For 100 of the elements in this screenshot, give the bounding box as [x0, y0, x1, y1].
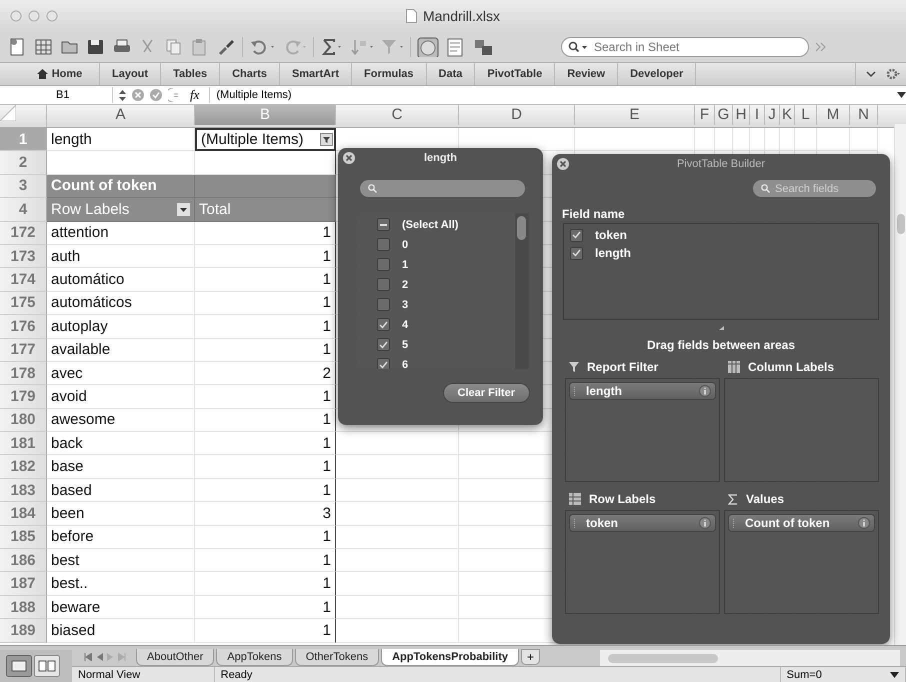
- ribbon-tab[interactable]: SmartArt: [280, 63, 352, 85]
- add-sheet-button[interactable]: +: [521, 649, 540, 665]
- table-cell: beware: [47, 596, 195, 620]
- column-header[interactable]: C: [336, 105, 459, 124]
- table-cell: 1: [195, 596, 336, 620]
- function-label[interactable]: fx: [186, 87, 204, 103]
- column-header[interactable]: M: [817, 105, 850, 124]
- row-number[interactable]: 187: [0, 572, 47, 596]
- filter-option[interactable]: 1: [402, 258, 408, 270]
- field-pill[interactable]: Count of token: [728, 514, 875, 532]
- table-cell: 1: [195, 222, 336, 245]
- table-cell: best..: [47, 572, 195, 596]
- area-title: Row Labels: [589, 492, 656, 506]
- table-cell: available: [47, 338, 195, 362]
- column-header[interactable]: H: [733, 105, 750, 124]
- filter-option[interactable]: 3: [402, 298, 408, 310]
- table-cell: 1: [195, 455, 336, 479]
- row-number[interactable]: 183: [0, 478, 47, 502]
- table-cell: autoplay: [47, 315, 195, 339]
- ribbon-tab[interactable]: Data: [426, 63, 476, 85]
- row-number[interactable]: 172: [0, 222, 47, 245]
- row-labels-header[interactable]: Row Labels: [47, 198, 195, 222]
- table-cell: auth: [47, 244, 195, 268]
- row-number[interactable]: 188: [0, 596, 47, 620]
- table-cell: 1: [195, 292, 336, 316]
- ribbon-tab[interactable]: Tables: [161, 63, 220, 85]
- filter-option[interactable]: 6: [402, 358, 408, 369]
- table-cell: attention: [47, 222, 195, 245]
- field-name[interactable]: length: [595, 246, 631, 260]
- ribbon-tab[interactable]: Developer: [618, 63, 696, 85]
- table-cell: 1: [195, 619, 336, 643]
- row-number[interactable]: 185: [0, 526, 47, 550]
- row-number[interactable]: 184: [0, 502, 47, 526]
- column-header[interactable]: E: [575, 105, 695, 124]
- row-number[interactable]: 182: [0, 455, 47, 479]
- column-header[interactable]: J: [765, 105, 780, 124]
- area-title: Report Filter: [587, 360, 658, 374]
- window-title: Mandrill.xlsx: [422, 8, 500, 24]
- drop-area[interactable]: token: [565, 510, 720, 614]
- selected-cell[interactable]: (Multiple Items): [195, 128, 336, 152]
- row-number[interactable]: 177: [0, 338, 47, 362]
- column-header[interactable]: K: [780, 105, 795, 124]
- ribbon-tab[interactable]: Formulas: [352, 63, 427, 85]
- row-number[interactable]: 181: [0, 432, 47, 456]
- table-cell: 1: [195, 315, 336, 339]
- row-number[interactable]: 174: [0, 268, 47, 292]
- table-cell: 1: [195, 526, 336, 550]
- sheet-tab[interactable]: AboutOther: [136, 649, 214, 666]
- column-header[interactable]: D: [459, 105, 575, 124]
- ribbon-tab[interactable]: Review: [555, 63, 618, 85]
- table-cell: 1: [195, 338, 336, 362]
- table-cell: 2: [195, 362, 336, 386]
- table-cell: avoid: [47, 385, 195, 409]
- sum-field[interactable]: Sum=0: [780, 667, 906, 682]
- table-cell: automático: [47, 268, 195, 292]
- column-header[interactable]: F: [695, 105, 715, 124]
- table-cell: biased: [47, 619, 195, 643]
- ribbon-tab[interactable]: Layout: [100, 63, 162, 85]
- clear-filter-button[interactable]: Clear Filter: [442, 383, 530, 403]
- table-cell: based: [47, 478, 195, 502]
- area-title: Values: [746, 492, 784, 506]
- column-header[interactable]: L: [795, 105, 817, 124]
- row-number[interactable]: 4: [0, 198, 47, 222]
- filter-option[interactable]: 2: [402, 278, 408, 290]
- formula-field[interactable]: (Multiple Items): [210, 89, 897, 101]
- sheet-tab[interactable]: OtherTokens: [294, 649, 380, 666]
- table-cell: back: [47, 432, 195, 456]
- field-pill[interactable]: length: [569, 382, 716, 400]
- row-number[interactable]: 180: [0, 408, 47, 432]
- drop-area[interactable]: Count of token: [724, 510, 879, 614]
- ribbon-tab[interactable]: PivotTable: [475, 63, 556, 85]
- field-pill[interactable]: token: [569, 514, 716, 532]
- column-header[interactable]: G: [715, 105, 733, 124]
- row-number[interactable]: 176: [0, 315, 47, 339]
- sheet-tab[interactable]: AppTokensProbability: [381, 649, 519, 666]
- filter-option[interactable]: 0: [402, 238, 408, 250]
- row-number[interactable]: 175: [0, 292, 47, 316]
- sheet-tab[interactable]: AppTokens: [216, 649, 293, 666]
- filter-option[interactable]: (Select All): [402, 218, 458, 230]
- field-search-field[interactable]: Search fields: [753, 180, 876, 197]
- row-number[interactable]: 173: [0, 244, 47, 268]
- row-number[interactable]: 3: [0, 174, 47, 198]
- ribbon-tab[interactable]: Charts: [220, 63, 280, 85]
- column-header[interactable]: N: [850, 105, 878, 124]
- field-name[interactable]: token: [595, 228, 628, 242]
- ribbon-tab[interactable]: Home: [20, 63, 100, 85]
- filter-option[interactable]: 4: [402, 318, 408, 330]
- drop-area[interactable]: length: [565, 378, 720, 482]
- row-number[interactable]: 2: [0, 151, 47, 175]
- hint-text: Drag fields between areas: [646, 337, 796, 352]
- filter-option[interactable]: 5: [402, 338, 408, 350]
- row-number[interactable]: 179: [0, 385, 47, 409]
- search-field[interactable]: Search in Sheet: [561, 37, 809, 57]
- name-box[interactable]: B1: [0, 89, 112, 101]
- table-cell: before: [47, 526, 195, 550]
- row-number[interactable]: 189: [0, 619, 47, 643]
- column-header[interactable]: I: [750, 105, 765, 124]
- table-cell: been: [47, 502, 195, 526]
- row-number[interactable]: 178: [0, 362, 47, 386]
- row-number[interactable]: 186: [0, 549, 47, 572]
